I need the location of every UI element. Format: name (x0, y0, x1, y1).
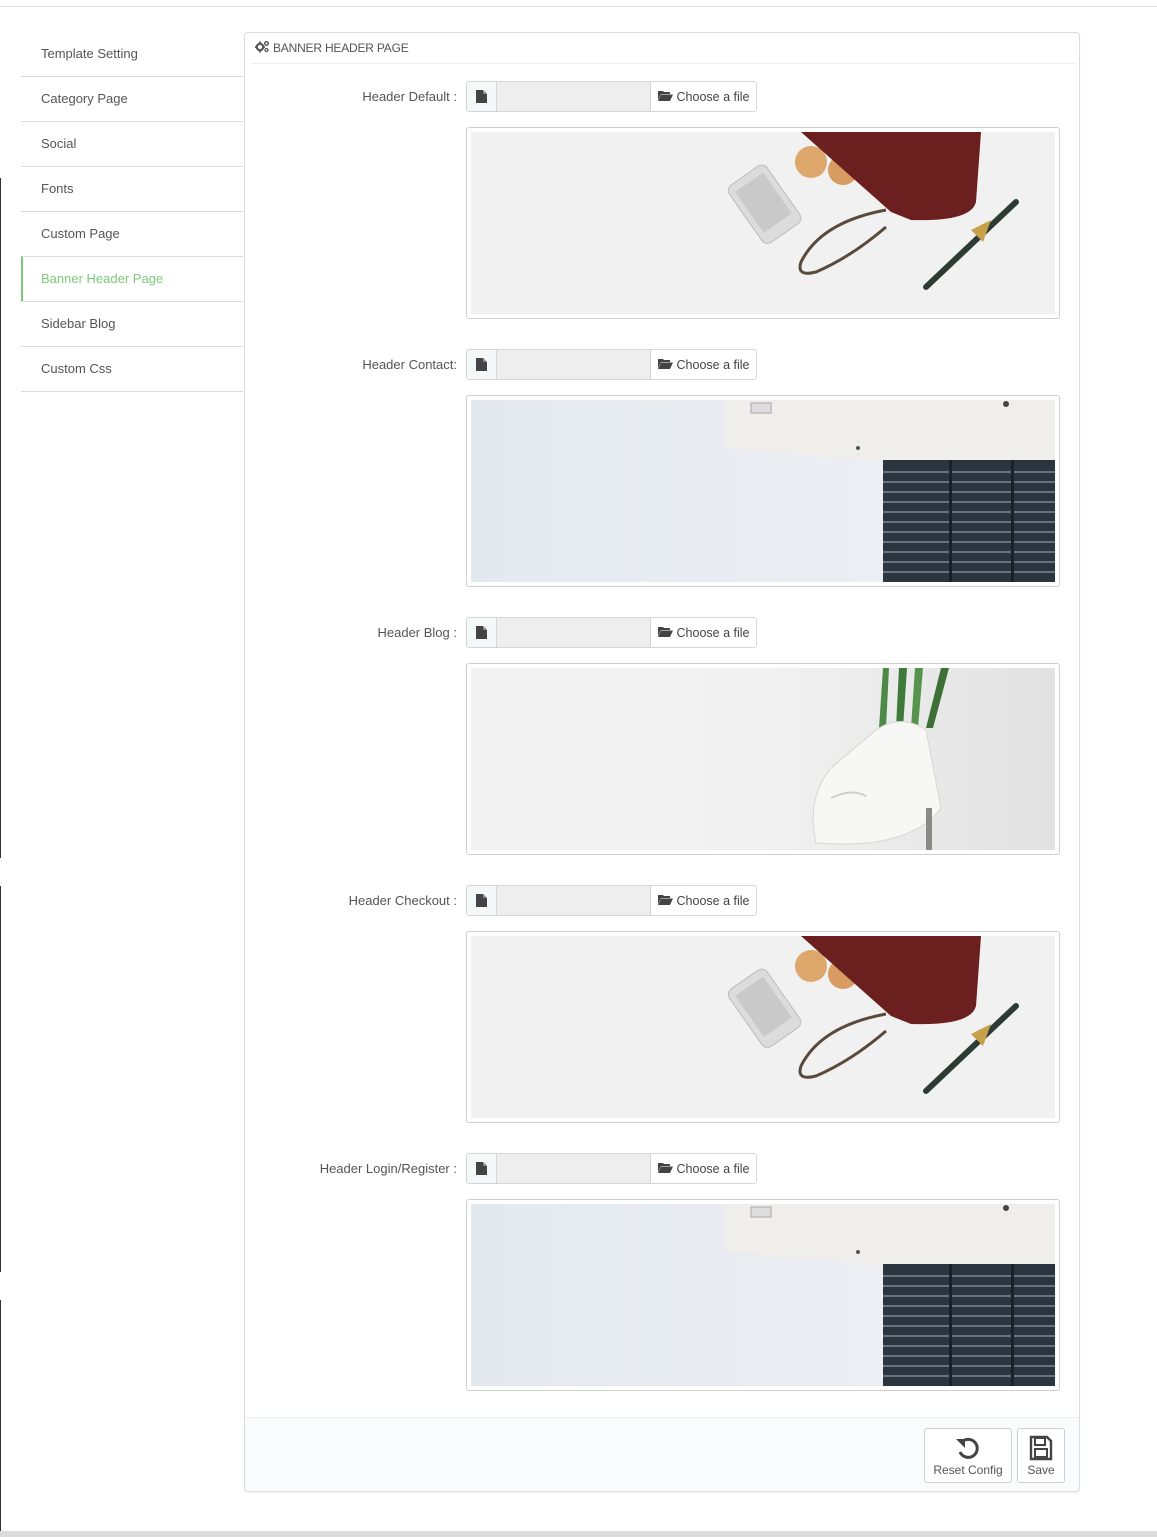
save-icon (1018, 1435, 1064, 1461)
folder-open-icon (657, 626, 677, 640)
file-icon (467, 350, 497, 379)
file-name-field[interactable] (497, 82, 651, 111)
reset-config-button[interactable]: Reset Config (924, 1428, 1012, 1483)
file-input-group[interactable]: Choose a file (466, 617, 757, 648)
file-icon (467, 1154, 497, 1183)
file-name-field[interactable] (497, 618, 651, 647)
file-icon (467, 82, 497, 111)
sidebar-item-social[interactable]: Social (21, 121, 243, 166)
choose-file-button[interactable]: Choose a file (651, 82, 756, 111)
folder-open-icon (657, 90, 677, 104)
save-button[interactable]: Save (1017, 1428, 1065, 1483)
sidebar-item-custom-css[interactable]: Custom Css (21, 346, 243, 391)
bag-sunglasses-phone-watch-image (471, 132, 1055, 314)
settings-sidebar: Template Setting Category Page Social Fo… (21, 32, 243, 392)
banner-header-panel: BANNER HEADER PAGE Header Default : Choo… (244, 32, 1080, 1492)
sidebar-item-banner-header-page[interactable]: Banner Header Page (21, 256, 243, 301)
folder-open-icon (657, 358, 677, 372)
banner-preview-image (466, 663, 1060, 855)
choose-file-label: Choose a file (676, 893, 750, 908)
sidebar-item-custom-page[interactable]: Custom Page (21, 211, 243, 256)
panel-footer: Reset Config Save (245, 1417, 1079, 1491)
choose-file-label: Choose a file (676, 1161, 750, 1176)
left-edge-line (0, 886, 1, 1272)
left-edge-line (0, 206, 1, 858)
undo-icon (925, 1435, 1011, 1461)
file-input-group[interactable]: Choose a file (466, 885, 757, 916)
file-name-field[interactable] (497, 350, 651, 379)
file-name-field[interactable] (497, 1154, 651, 1183)
sidebar-item-category-page[interactable]: Category Page (21, 76, 243, 121)
banner-preview-image (466, 931, 1060, 1123)
file-icon (467, 886, 497, 915)
choose-file-button[interactable]: Choose a file (651, 1154, 756, 1183)
file-input-group[interactable]: Choose a file (466, 81, 757, 112)
top-divider (0, 6, 1157, 7)
folder-open-icon (657, 894, 677, 908)
field-label: Header Blog : (377, 625, 458, 640)
choose-file-button[interactable]: Choose a file (651, 886, 756, 915)
choose-file-label: Choose a file (676, 89, 750, 104)
file-input-group[interactable]: Choose a file (466, 349, 757, 380)
field-label: Header Login/Register : (319, 1161, 457, 1176)
folder-open-icon (657, 1162, 677, 1176)
banner-preview-image (466, 127, 1060, 319)
reset-config-label: Reset Config (933, 1463, 1003, 1477)
file-input-group[interactable]: Choose a file (466, 1153, 757, 1184)
panel-heading: BANNER HEADER PAGE (251, 33, 1075, 64)
cogs-icon (255, 40, 273, 56)
sidebar-item-template-setting[interactable]: Template Setting (21, 32, 243, 76)
sidebar-item-fonts[interactable]: Fonts (21, 166, 243, 211)
bag-sunglasses-phone-watch-image (471, 936, 1055, 1118)
left-edge-line (0, 178, 1, 206)
choose-file-label: Choose a file (676, 357, 750, 372)
save-label: Save (1027, 1463, 1055, 1477)
file-icon (467, 618, 497, 647)
sidebar-item-sidebar-blog[interactable]: Sidebar Blog (21, 301, 243, 346)
choose-file-button[interactable]: Choose a file (651, 350, 756, 379)
left-edge-line (0, 1300, 1, 1531)
choose-file-button[interactable]: Choose a file (651, 618, 756, 647)
banner-preview-image (466, 395, 1060, 587)
banner-preview-image (466, 1199, 1060, 1391)
panel-title: BANNER HEADER PAGE (273, 41, 409, 55)
building-window-blinds-image (471, 400, 1055, 582)
choose-file-label: Choose a file (676, 625, 750, 640)
field-label: Header Contact: (362, 357, 457, 372)
file-name-field[interactable] (497, 886, 651, 915)
white-bag-plant-image (471, 668, 1055, 850)
building-window-blinds-image (471, 1204, 1055, 1386)
field-label: Header Default : (362, 89, 457, 104)
bottom-bar (0, 1531, 1157, 1537)
field-label: Header Checkout : (348, 893, 457, 908)
